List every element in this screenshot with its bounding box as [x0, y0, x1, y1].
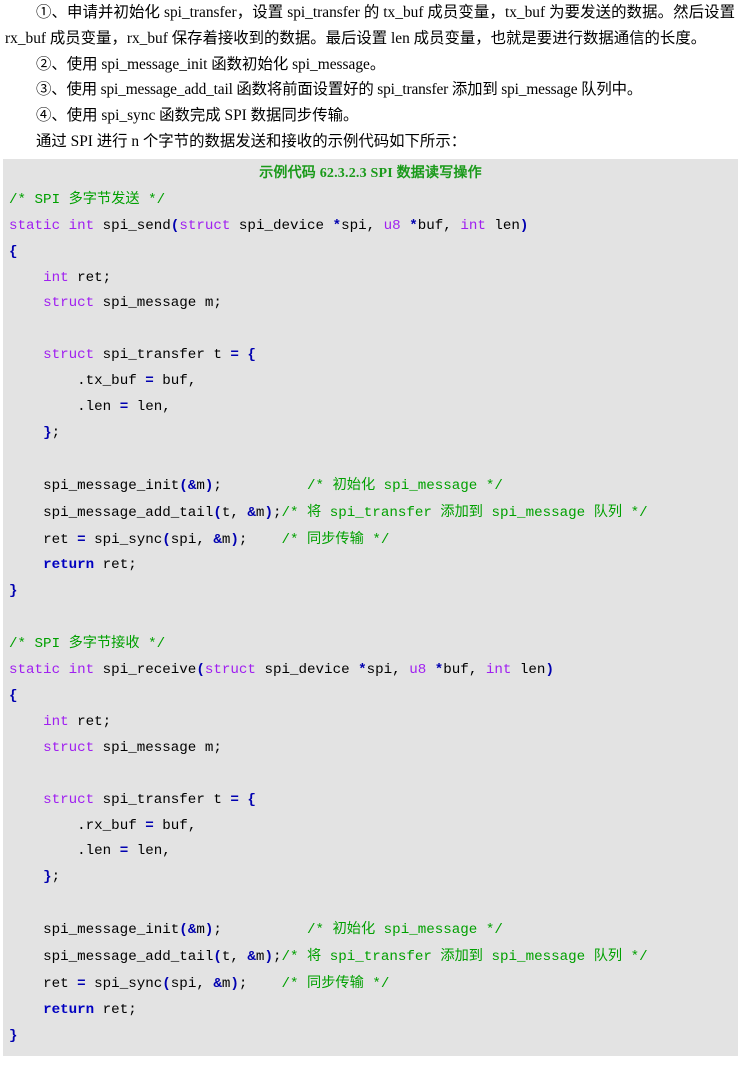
- paragraph-step-1: ①、申请并初始化 spi_transfer，设置 spi_transfer 的 …: [5, 4, 735, 47]
- prose-section: ①、申请并初始化 spi_transfer，设置 spi_transfer 的 …: [0, 0, 738, 155]
- code-block: 示例代码 62.3.2.3 SPI 数据读写操作 /* SPI 多字节发送 */…: [3, 158, 738, 1056]
- paragraph-step-3: ③、使用 spi_message_add_tail 函数将前面设置好的 spi_…: [36, 81, 643, 99]
- paragraph-step-4: ④、使用 spi_sync 函数完成 SPI 数据同步传输。: [36, 107, 359, 125]
- paragraph-intro-code: 通过 SPI 进行 n 个字节的数据发送和接收的示例代码如下所示：: [36, 132, 467, 150]
- code-listing: /* SPI 多字节发送 */ static int spi_send(stru…: [9, 190, 648, 1044]
- paragraph-step-2: ②、使用 spi_message_init 函数初始化 spi_message。: [36, 55, 386, 73]
- code-block-title: 示例代码 62.3.2.3 SPI 数据读写操作: [259, 165, 482, 181]
